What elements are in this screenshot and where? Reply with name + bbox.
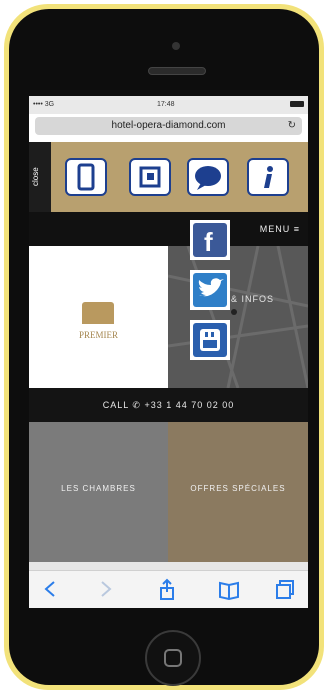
mobile-button[interactable] <box>65 158 107 196</box>
chat-bubble-icon <box>195 166 221 190</box>
info-icon <box>264 166 273 188</box>
rooms-label: LES CHAMBRES <box>61 484 136 493</box>
status-time: 17:48 <box>157 101 175 108</box>
url-text: hotel-opera-diamond.com <box>111 120 226 131</box>
hotel-crest-icon <box>82 302 114 324</box>
back-icon[interactable] <box>39 577 63 601</box>
info-button[interactable] <box>247 158 289 196</box>
home-button[interactable] <box>145 630 201 686</box>
youtube-icon <box>193 323 227 357</box>
youtube-button[interactable] <box>190 320 230 360</box>
calendar-icon <box>139 166 161 188</box>
chat-button[interactable] <box>187 158 229 196</box>
page-bottom <box>29 562 308 570</box>
reload-icon[interactable]: ↻ <box>288 117 296 135</box>
twitter-button[interactable] <box>190 270 230 310</box>
menu-label: MENU <box>259 224 291 234</box>
map-streets <box>168 246 308 388</box>
hotel-logo-panel[interactable]: PREMIER <box>29 246 168 388</box>
home-button-square <box>164 649 182 667</box>
facebook-button[interactable]: f <box>190 220 230 260</box>
map-panel[interactable]: & INFOS <box>168 246 308 388</box>
special-offers-tile[interactable]: OFFRES SPÉCIALES <box>168 422 308 562</box>
earpiece-speaker <box>148 67 206 75</box>
facebook-icon: f <box>193 223 227 257</box>
svg-text:f: f <box>204 227 213 257</box>
address-bar[interactable]: hotel-opera-diamond.com ↻ <box>35 117 302 135</box>
twitter-icon <box>193 273 227 307</box>
phone-number: +33 1 44 70 02 00 <box>144 400 235 410</box>
hamburger-icon: ≡ <box>293 224 300 234</box>
call-label: CALL <box>102 400 129 410</box>
special-offers-label: OFFRES SPÉCIALES <box>190 484 286 493</box>
phone-screen: •••• 3G 17:48 hotel-opera-diamond.com ↻ … <box>29 96 308 608</box>
share-icon[interactable] <box>155 577 179 601</box>
logo-text: PREMIER <box>78 330 118 340</box>
front-camera <box>172 42 180 50</box>
status-bar: •••• 3G 17:48 <box>29 96 308 114</box>
rooms-tile[interactable]: LES CHAMBRES <box>29 422 168 562</box>
quick-action-bar: close <box>29 142 308 212</box>
carrier-signal: •••• 3G <box>33 101 55 108</box>
menu-button[interactable]: MENU ≡ <box>260 224 300 234</box>
forward-icon[interactable] <box>93 577 117 601</box>
battery-icon <box>290 101 304 107</box>
close-tab[interactable]: close <box>29 142 51 212</box>
browser-toolbar <box>29 570 308 608</box>
call-bar[interactable]: CALL ✆ +33 1 44 70 02 00 <box>29 388 308 422</box>
tabs-icon[interactable] <box>273 577 297 601</box>
close-label: close <box>31 167 40 187</box>
access-infos-label: & INFOS <box>231 294 275 304</box>
phone-icon: ✆ <box>132 400 145 410</box>
booking-button[interactable] <box>129 158 171 196</box>
bookmarks-icon[interactable] <box>217 577 241 601</box>
site-header: MENU ≡ <box>29 212 308 246</box>
mobile-phone-icon <box>77 163 95 191</box>
